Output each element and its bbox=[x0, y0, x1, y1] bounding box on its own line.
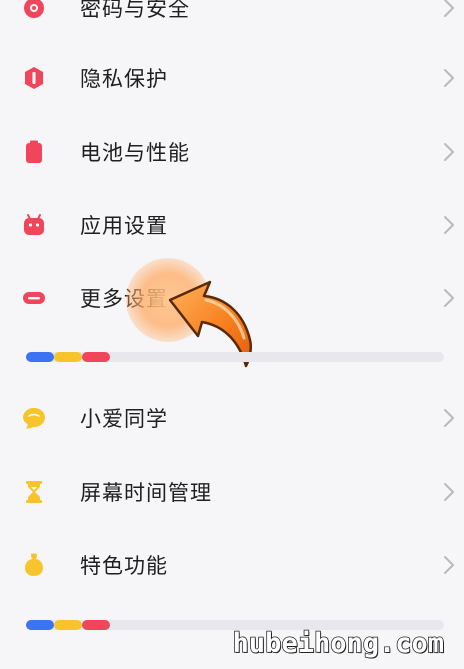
settings-item-label: 特色功能 bbox=[80, 554, 168, 578]
settings-item-battery-performance[interactable]: 电池与性能 bbox=[0, 122, 464, 182]
divider-segment-red bbox=[82, 352, 110, 362]
settings-item-label: 隐私保护 bbox=[80, 67, 168, 91]
settings-item-special-features[interactable]: 特色功能 bbox=[0, 535, 464, 595]
divider-segment-yellow bbox=[54, 352, 82, 362]
settings-item-privacy[interactable]: 隐私保护 bbox=[0, 48, 464, 108]
settings-item-password-security[interactable]: 密码与安全 bbox=[0, 0, 464, 38]
chevron-right-icon bbox=[444, 0, 454, 17]
section-divider bbox=[26, 352, 444, 362]
settings-item-label: 应用设置 bbox=[80, 214, 168, 238]
chat-bubble-icon bbox=[23, 408, 45, 429]
divider-segment-blue bbox=[26, 620, 54, 630]
battery-icon bbox=[26, 140, 42, 163]
settings-item-label: 密码与安全 bbox=[80, 0, 190, 21]
bag-icon bbox=[25, 553, 43, 576]
settings-item-screen-time[interactable]: 屏幕时间管理 bbox=[0, 462, 464, 522]
hourglass-icon bbox=[26, 481, 42, 503]
lock-icon bbox=[24, 0, 44, 18]
chevron-right-icon bbox=[444, 289, 454, 307]
divider-segment-yellow bbox=[54, 620, 82, 630]
android-robot-icon bbox=[24, 214, 44, 235]
chevron-right-icon bbox=[444, 556, 454, 574]
settings-item-xiaoai[interactable]: 小爱同学 bbox=[0, 388, 464, 448]
settings-item-app-settings[interactable]: 应用设置 bbox=[0, 195, 464, 255]
settings-item-label: 屏幕时间管理 bbox=[80, 481, 212, 505]
chevron-right-icon bbox=[444, 143, 454, 161]
chevron-right-icon bbox=[444, 483, 454, 501]
settings-item-label: 电池与性能 bbox=[80, 141, 190, 165]
settings-screen: 密码与安全 隐私保护 电池与性能 应用设置 更多设置 小爱同学 屏幕时间管理 特… bbox=[0, 0, 464, 669]
divider-segment-blue bbox=[26, 352, 54, 362]
settings-item-label: 小爱同学 bbox=[80, 407, 168, 431]
watermark: hubeihong.com bbox=[232, 627, 445, 660]
chevron-right-icon bbox=[444, 409, 454, 427]
more-dots-icon bbox=[23, 292, 45, 304]
privacy-shield-icon bbox=[25, 67, 43, 89]
divider-segment-red bbox=[82, 620, 110, 630]
chevron-right-icon bbox=[444, 216, 454, 234]
chevron-right-icon bbox=[444, 69, 454, 87]
